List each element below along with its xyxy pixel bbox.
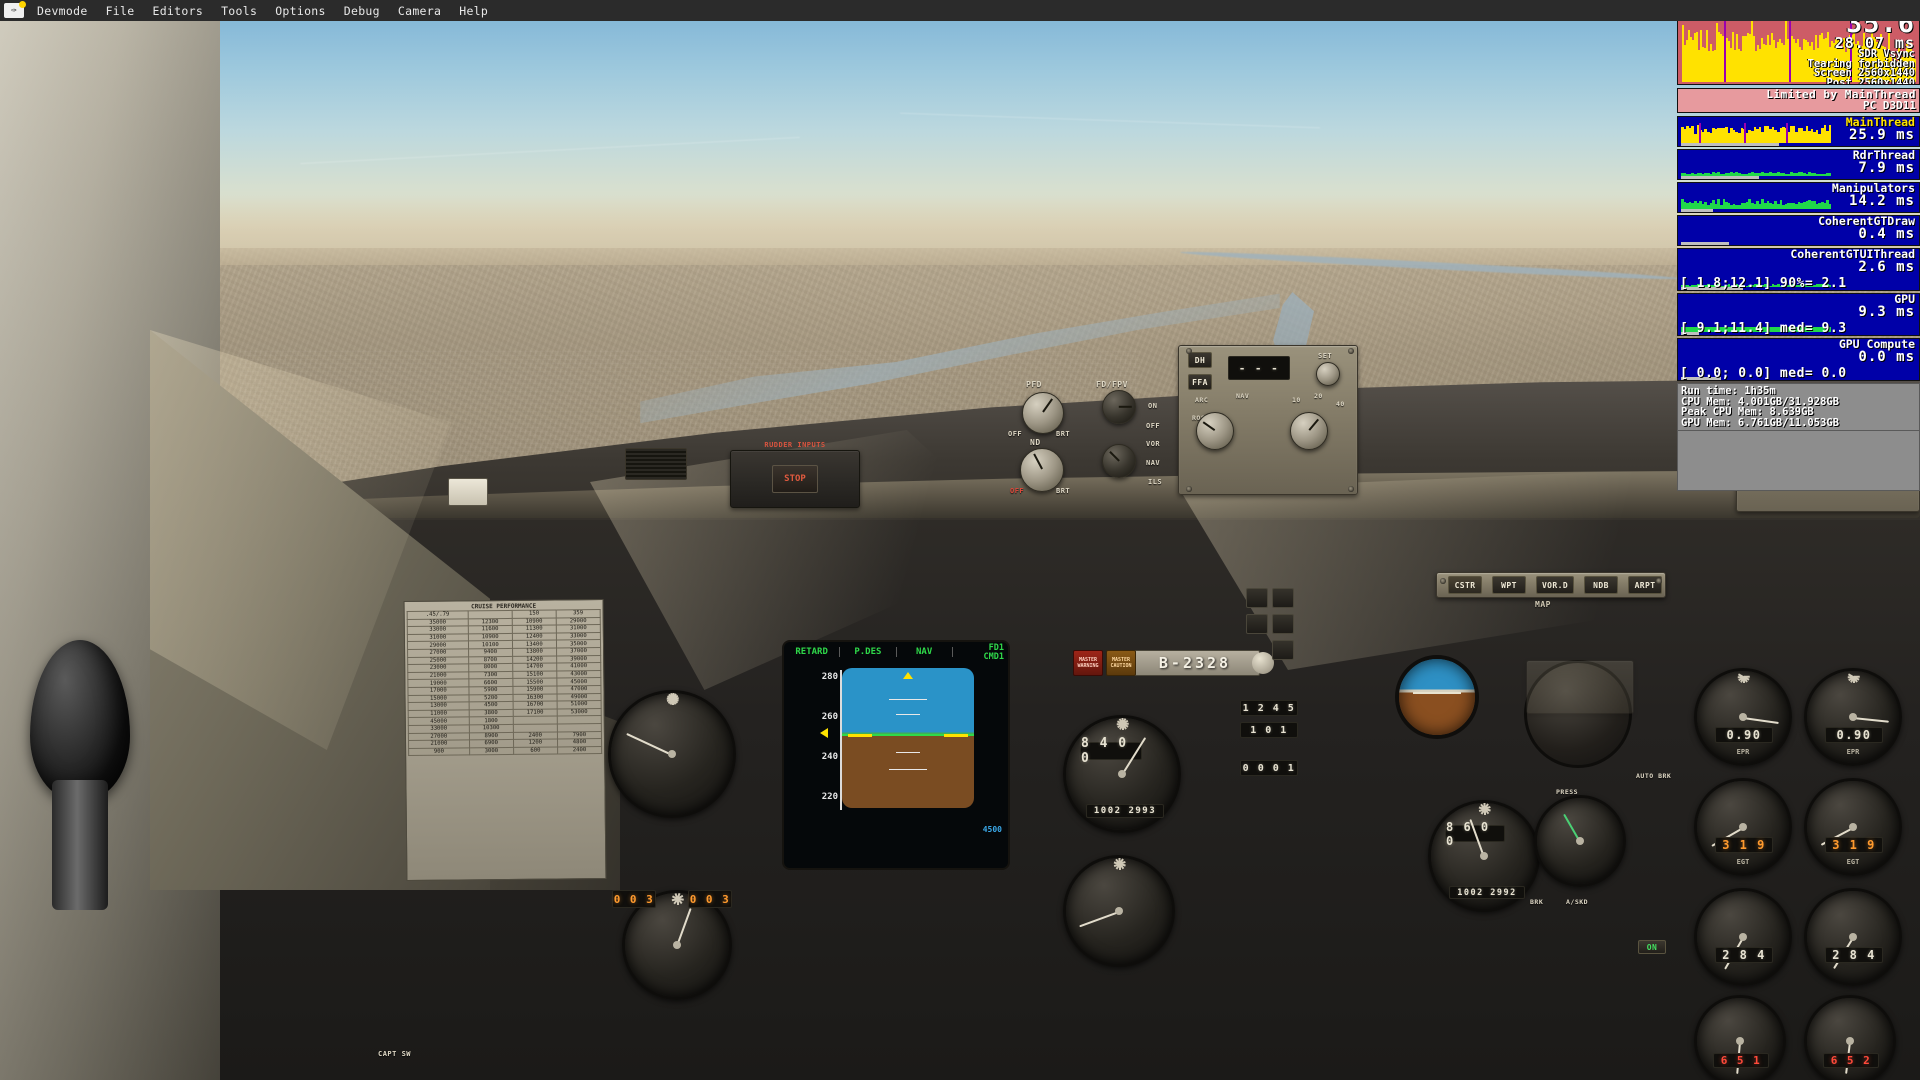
thread-value: 2.6 ms bbox=[1858, 259, 1915, 275]
thread-row: GPU 9.3 ms [ 9.1;11.4] med= 9.3 bbox=[1677, 293, 1920, 336]
thread-spike-marker bbox=[1699, 123, 1701, 143]
fps-counter-block: 35.6 28.07 ms SDR Vsync Tearing forbidde… bbox=[1677, 10, 1920, 85]
thread-label: MainThread 25.9 ms bbox=[1846, 117, 1915, 143]
thread-value: 0.0 ms bbox=[1858, 349, 1915, 365]
thread-value: 0.4 ms bbox=[1858, 226, 1915, 242]
thread-bar bbox=[1828, 125, 1832, 143]
devmode-menubar: ✑ Devmode File Editors Tools Options Deb… bbox=[0, 0, 1920, 21]
flight-simulator-window: CAPT SW CRUISE PERFORMANCE .45/.79 150 359… bbox=[0, 0, 1920, 1080]
thread-timing-rows: MainThread 25.9 ms RdrThread 7.9 ms Manipula… bbox=[1677, 116, 1920, 381]
thread-spike-marker bbox=[1744, 123, 1746, 143]
outside-view-scene bbox=[0, 0, 1920, 1080]
thread-graph bbox=[1681, 123, 1832, 143]
post-resolution: Post 2560x1440 bbox=[1826, 76, 1915, 85]
thread-label: CoherentGTUIThread 2.6 ms bbox=[1790, 249, 1915, 275]
thread-label: Manipulators 14.2 ms bbox=[1832, 183, 1915, 209]
thread-value: 7.9 ms bbox=[1858, 160, 1915, 176]
thread-baseline bbox=[1681, 143, 1779, 146]
pencil-glyph: ✑ bbox=[11, 4, 17, 16]
thread-row: Manipulators 14.2 ms bbox=[1677, 182, 1920, 213]
thread-row: CoherentGTUIThread 2.6 ms[ 1.8;12.1] 90%=… bbox=[1677, 248, 1920, 291]
thread-row: CoherentGTDraw 0.4 ms bbox=[1677, 215, 1920, 246]
thread-value: 25.9 ms bbox=[1848, 127, 1915, 143]
notification-badge-icon bbox=[19, 1, 26, 8]
thread-bars bbox=[1681, 123, 1832, 143]
thread-baseline bbox=[1681, 242, 1729, 245]
thread-row: GPU Compute 0.0 ms[ 0.0; 0.0] med= 0.0 bbox=[1677, 338, 1920, 381]
run-time-text: Run time: 1h35m bbox=[1681, 385, 1776, 397]
menu-item-help[interactable]: Help bbox=[450, 1, 497, 21]
city-texture bbox=[240, 350, 1140, 580]
thread-bars bbox=[1681, 156, 1832, 176]
gpu-mem-text: GPU Mem: 6.761GB/11.053GB bbox=[1681, 416, 1840, 429]
thread-bars bbox=[1681, 222, 1831, 242]
peak-cpu-mem-text: Peak CPU Mem: 8.639GB bbox=[1681, 406, 1814, 418]
menu-item-debug[interactable]: Debug bbox=[335, 1, 389, 21]
thread-bars bbox=[1681, 189, 1832, 209]
horizon-haze bbox=[0, 195, 1920, 265]
fps-readout: 35.6 28.07 ms SDR Vsync Tearing forbidde… bbox=[1808, 11, 1915, 85]
thread-graph bbox=[1681, 156, 1832, 176]
devmode-pencil-icon[interactable]: ✑ bbox=[4, 1, 26, 18]
menu-item-file[interactable]: File bbox=[97, 1, 144, 21]
thread-label: RdrThread 7.9 ms bbox=[1853, 150, 1915, 176]
thread-spike-marker bbox=[1786, 123, 1788, 143]
memory-stats-block: Run time: 1h35m CPU Mem: 4.001GB/31.928G… bbox=[1677, 383, 1920, 431]
fps-spike-marker bbox=[1723, 17, 1726, 82]
thread-row: MainThread 25.9 ms bbox=[1677, 116, 1920, 147]
thread-label: CoherentGTDraw 0.4 ms bbox=[1818, 216, 1915, 242]
thread-value: 14.2 ms bbox=[1848, 193, 1915, 209]
thread-label: GPU Compute 0.0 ms bbox=[1839, 339, 1915, 365]
thread-row: RdrThread 7.9 ms bbox=[1677, 149, 1920, 180]
thread-baseline bbox=[1681, 176, 1759, 179]
menu-item-devmode[interactable]: Devmode bbox=[28, 1, 97, 21]
limiter-block: Limited by MainThread PC D3D11 bbox=[1677, 88, 1920, 113]
fps-spike-marker bbox=[1789, 17, 1792, 82]
thread-stats: [ 9.1;11.4] med= 9.3 bbox=[1680, 321, 1847, 336]
platform-text: PC D3D11 bbox=[1863, 99, 1916, 112]
thread-graph bbox=[1681, 189, 1832, 209]
menu-item-tools[interactable]: Tools bbox=[212, 1, 266, 21]
thread-value: 9.3 ms bbox=[1858, 304, 1915, 320]
performance-overlay: 35.6 28.07 ms SDR Vsync Tearing forbidde… bbox=[1677, 10, 1920, 491]
menu-item-camera[interactable]: Camera bbox=[389, 1, 450, 21]
thread-baseline bbox=[1681, 209, 1713, 212]
thread-stats: [ 1.8;12.1] 90%= 2.1 bbox=[1680, 276, 1847, 291]
thread-stats: [ 0.0; 0.0] med= 0.0 bbox=[1680, 366, 1847, 381]
thread-label: GPU 9.3 ms bbox=[1858, 294, 1915, 320]
menu-item-editors[interactable]: Editors bbox=[143, 1, 212, 21]
thread-graph bbox=[1681, 222, 1831, 242]
overlay-spacer bbox=[1677, 431, 1920, 491]
thread-bar bbox=[1828, 173, 1832, 176]
menu-item-options[interactable]: Options bbox=[266, 1, 335, 21]
